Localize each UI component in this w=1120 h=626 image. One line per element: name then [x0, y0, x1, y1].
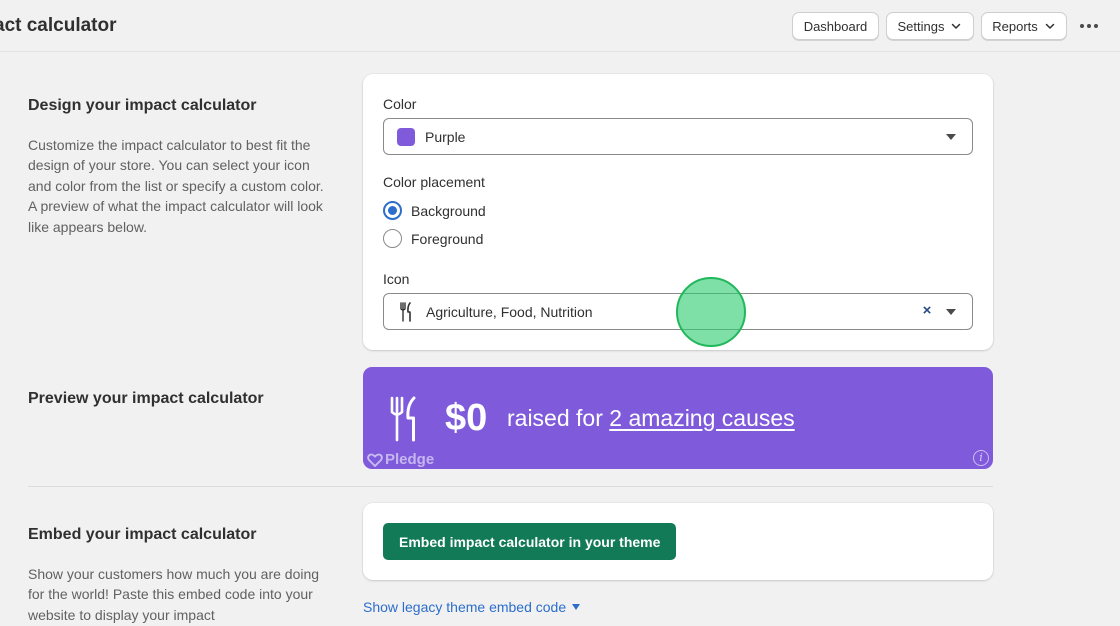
color-select[interactable]: Purple: [383, 118, 973, 155]
embed-section-description: Show your customers how much you are doi…: [28, 566, 320, 623]
settings-button[interactable]: Settings: [886, 12, 974, 40]
raised-amount: $0: [445, 397, 488, 439]
embed-section-title: Embed your impact calculator: [28, 526, 257, 543]
fork-knife-icon: [390, 396, 416, 442]
causes-link[interactable]: 2 amazing causes: [609, 405, 794, 431]
color-swatch: [397, 127, 415, 146]
pledge-logo: Pledge: [367, 451, 434, 468]
heart-icon: [367, 453, 383, 467]
radio-background[interactable]: Background: [383, 201, 486, 220]
color-label: Color: [383, 96, 417, 112]
chevron-down-icon: [1045, 23, 1055, 29]
clear-icon[interactable]: ×: [920, 303, 934, 318]
section-divider: [28, 486, 993, 487]
caret-down-icon: [946, 309, 956, 315]
legacy-embed-code-link[interactable]: Show legacy theme embed code: [363, 599, 581, 615]
design-section-title: Design your impact calculator: [28, 97, 257, 114]
color-placement-label: Color placement: [383, 174, 485, 190]
color-select-value: Purple: [425, 128, 466, 145]
caret-down-icon: [946, 134, 956, 140]
preview-section-title: Preview your impact calculator: [28, 390, 264, 407]
chevron-down-icon: [952, 23, 961, 29]
radio-button-selected[interactable]: [383, 201, 402, 220]
reports-button-label: Reports: [992, 18, 1038, 34]
pledge-brand-text: Pledge: [385, 451, 435, 468]
more-actions-icon[interactable]: [1076, 14, 1102, 38]
page-title: act calculator: [0, 15, 117, 36]
fork-knife-icon: [400, 301, 411, 322]
icon-label: Icon: [383, 271, 410, 287]
settings-button-label: Settings: [897, 18, 945, 34]
embed-card: Embed impact calculator in your theme: [363, 503, 993, 580]
design-section-description: Customize the impact calculator to best …: [28, 137, 324, 235]
reports-button[interactable]: Reports: [981, 12, 1067, 40]
click-indicator: [676, 277, 746, 347]
radio-label-background: Background: [411, 202, 486, 219]
info-icon[interactable]: i: [973, 450, 989, 466]
icon-select-value: Agriculture, Food, Nutrition: [426, 303, 593, 320]
caret-down-icon: [572, 604, 581, 610]
impact-calculator-preview: $0 raised for 2 amazing causes Pledge i: [363, 367, 993, 469]
dashboard-button-label: Dashboard: [803, 18, 868, 34]
raised-prefix: raised for: [507, 405, 610, 431]
embed-calculator-button[interactable]: Embed impact calculator in your theme: [383, 523, 677, 560]
radio-label-foreground: Foreground: [411, 230, 484, 247]
dashboard-button[interactable]: Dashboard: [792, 12, 879, 40]
radio-button[interactable]: [383, 229, 402, 248]
legacy-link-label: Show legacy theme embed code: [363, 599, 567, 615]
radio-foreground[interactable]: Foreground: [383, 229, 483, 248]
raised-text: raised for 2 amazing causes: [507, 405, 795, 432]
top-bar: act calculator Dashboard Settings Report…: [0, 0, 1120, 52]
